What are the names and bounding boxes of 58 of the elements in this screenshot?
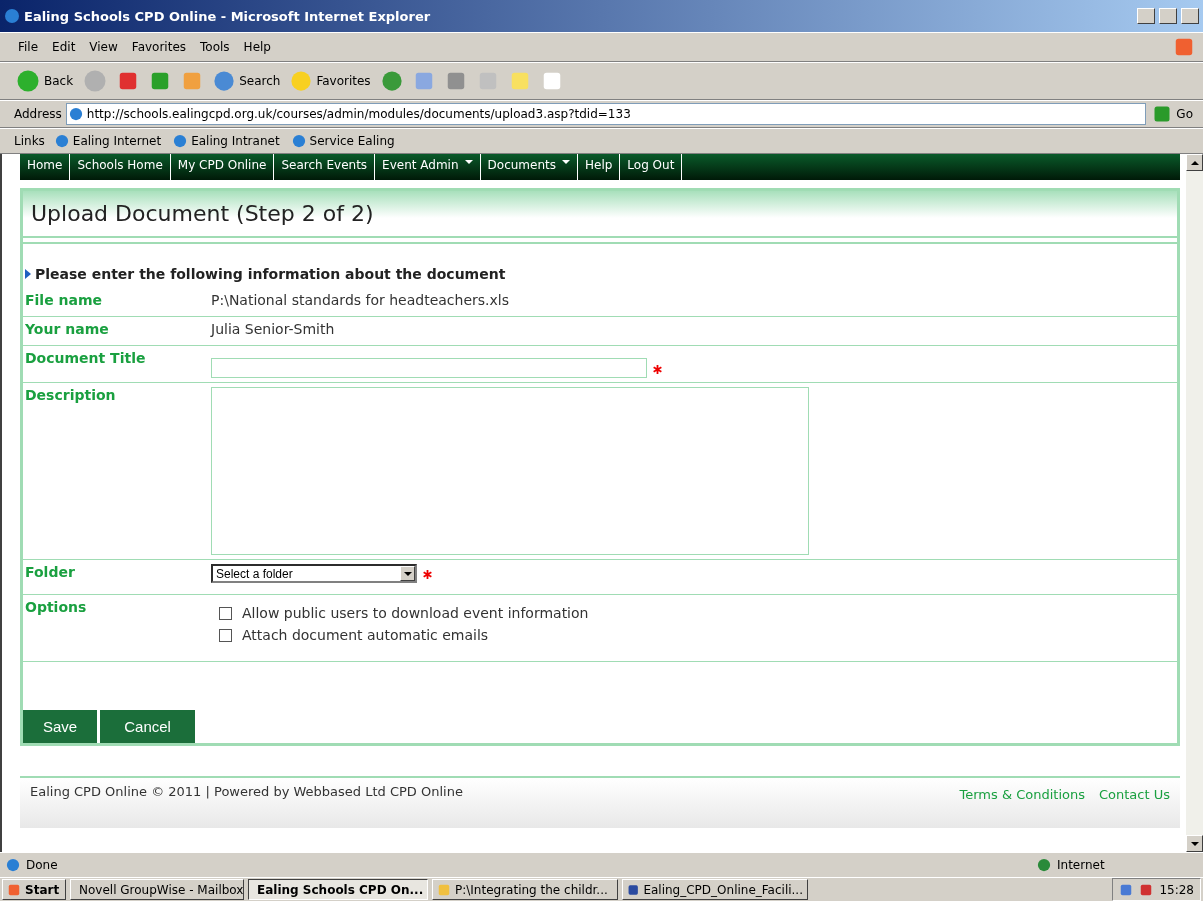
- zone-text: Internet: [1057, 858, 1106, 872]
- field-label: Description: [25, 387, 117, 405]
- field-label: Your name: [25, 321, 110, 339]
- nav-item[interactable]: Documents: [480, 154, 578, 180]
- field-label: Folder: [25, 564, 76, 582]
- menu-item[interactable]: Favorites: [127, 38, 191, 56]
- down-arrow-icon[interactable]: [1190, 839, 1199, 848]
- status-text: Done: [26, 858, 59, 872]
- clock: 15:28: [1159, 882, 1194, 897]
- up-arrow-icon[interactable]: [1190, 158, 1199, 167]
- menu-item[interactable]: Help: [239, 38, 275, 56]
- menu-item[interactable]: View: [85, 38, 122, 56]
- address-label: Address: [14, 107, 62, 121]
- nav-item[interactable]: My CPD Online: [170, 154, 275, 180]
- page-title: Upload Document (Step 2 of 2): [23, 191, 1177, 238]
- nav-item[interactable]: Log Out: [620, 154, 683, 180]
- minimize-button[interactable]: [1137, 8, 1155, 24]
- field-value: P:\National standards for headteachers.xls: [211, 292, 509, 310]
- address-field[interactable]: http://schools.ealingcpd.org.uk/courses/admin/modules/documents/upload3.asp?tdid=133: [65, 103, 1147, 125]
- title-input[interactable]: [211, 358, 647, 378]
- back-button[interactable]: Back: [14, 67, 76, 95]
- link-item[interactable]: Ealing Internet: [52, 132, 164, 150]
- bullet-icon: [25, 269, 31, 279]
- nav-item[interactable]: Search Events: [274, 154, 376, 180]
- link-item[interactable]: Ealing Intranet: [171, 132, 282, 150]
- field-value: Julia Senior-Smith: [211, 321, 335, 339]
- taskbar-button[interactable]: Novell GroupWise - Mailbox: [70, 879, 244, 900]
- nav-item[interactable]: Home: [20, 154, 71, 180]
- nav-item[interactable]: Help: [577, 154, 621, 180]
- nav-item[interactable]: Event Admin: [375, 154, 481, 180]
- favorites-button[interactable]: Favorites: [288, 68, 373, 94]
- scrollbar[interactable]: [1186, 154, 1203, 852]
- start-button[interactable]: Start: [2, 879, 66, 900]
- window-title: Ealing Schools CPD Online - Microsoft Internet Explorer: [24, 8, 432, 24]
- taskbar-button[interactable]: P:\Integrating the childr...: [432, 879, 618, 900]
- instruction-text: Please enter the following information about the document: [35, 266, 506, 282]
- option-checkbox[interactable]: Allow public users to download event information: [219, 605, 589, 621]
- caret-icon: [403, 569, 412, 578]
- search-button[interactable]: Search: [211, 68, 283, 94]
- go-button[interactable]: Go: [1150, 102, 1195, 126]
- folder-select[interactable]: Select a folder: [211, 564, 417, 583]
- link-item[interactable]: Service Ealing: [289, 132, 397, 150]
- taskbar-button[interactable]: Ealing Schools CPD On...: [248, 879, 428, 900]
- cancel-button[interactable]: Cancel: [100, 710, 195, 743]
- option-checkbox[interactable]: Attach document automatic emails: [219, 627, 589, 643]
- menu-item[interactable]: File: [14, 38, 43, 56]
- field-label: Document Title: [25, 350, 147, 368]
- save-button[interactable]: Save: [23, 710, 98, 743]
- menu-item[interactable]: Edit: [48, 38, 80, 56]
- links-label: Links: [14, 134, 45, 148]
- footer-text: Ealing CPD Online © 2011 | Powered by Webbased Ltd CPD Online: [30, 784, 463, 801]
- menu-item[interactable]: Tools: [196, 38, 234, 56]
- taskbar-button[interactable]: Ealing_CPD_Online_Facili...: [622, 879, 808, 900]
- nav-item[interactable]: Schools Home: [70, 154, 171, 180]
- field-label: File name: [25, 292, 104, 310]
- close-button[interactable]: [1181, 8, 1199, 24]
- restore-button[interactable]: [1159, 8, 1177, 24]
- field-label: Options: [25, 599, 88, 617]
